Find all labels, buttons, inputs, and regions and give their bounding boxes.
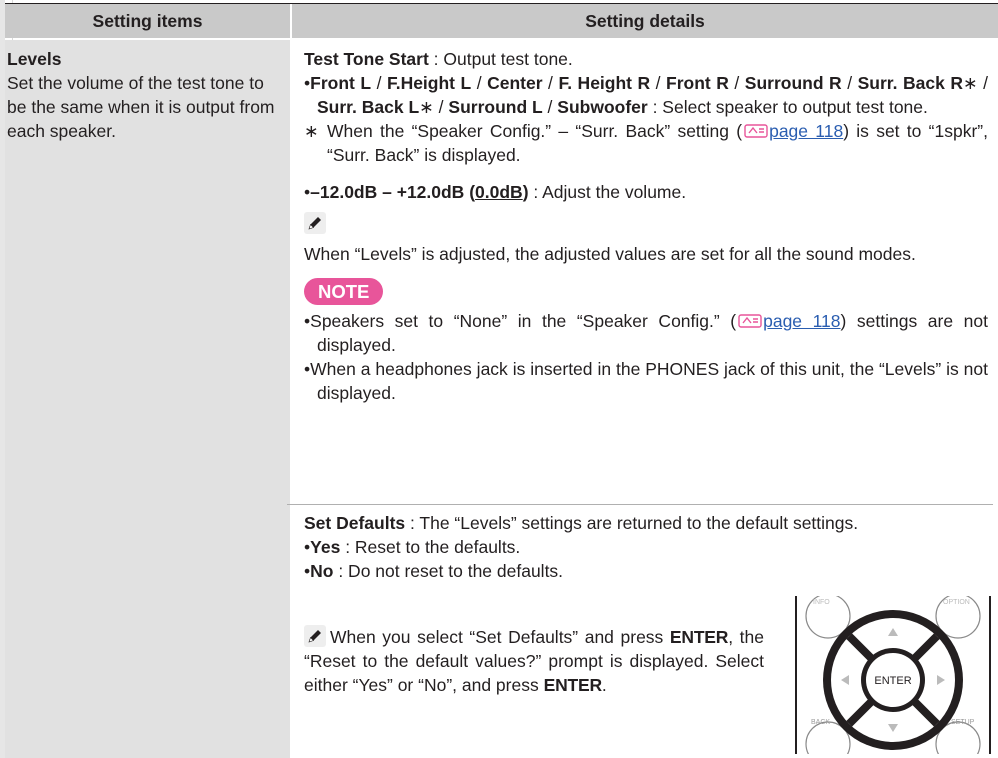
tip-part3: .	[601, 675, 607, 695]
volume-range-label: –12.0dB – +12.0dB	[310, 182, 465, 202]
no-option: •No : Do not reset to the defaults.	[304, 561, 564, 581]
note-line: NOTE	[304, 278, 988, 305]
speaker-1: F.Height L	[386, 73, 472, 93]
speaker-7: Surr. Back L	[317, 97, 420, 117]
note-badge: NOTE	[304, 278, 384, 305]
speaker-list: •Front L / F.Height L / Center / F. Heig…	[304, 73, 988, 117]
yes-text: : Reset to the defaults.	[340, 537, 521, 557]
test-tone-text: : Output test tone.	[428, 49, 573, 69]
speaker-6: Surr. Back R	[857, 73, 963, 93]
pencil-icon	[304, 625, 326, 647]
page-118-link[interactable]: page 118	[763, 311, 840, 331]
back-label: BACK	[811, 719, 830, 726]
tip-enter-1: ENTER	[669, 627, 729, 647]
set-defaults-details: Set Defaults : The “Levels” settings are…	[304, 511, 988, 583]
yes-option: •Yes : Reset to the defaults.	[304, 537, 521, 557]
top-right-label: OPTION	[943, 599, 970, 606]
asterisk-note: ∗ When the “Speaker Config.” – “Surr. Bac…	[304, 119, 988, 167]
levels-details: Test Tone Start : Output test tone. •Fro…	[304, 47, 988, 405]
memo-icon-line	[304, 212, 988, 236]
speaker-4: Front R	[666, 73, 729, 93]
header-setting-details: Setting details	[292, 4, 998, 38]
volume-range: •–12.0dB – +12.0dB (0.0dB) : Adjust the …	[304, 182, 687, 202]
speaker-9: Subwoofer	[557, 97, 648, 117]
setup-label: SETUP	[951, 719, 975, 726]
pencil-icon	[304, 212, 326, 234]
speaker-3: F. Height R	[558, 73, 651, 93]
speaker-0: Front L	[310, 73, 372, 93]
memo-text: When “Levels” is adjusted, the adjusted …	[304, 244, 916, 264]
asterisk-mark: ∗	[304, 121, 319, 141]
item-title: Levels	[7, 49, 62, 69]
speakers-text: : Select speaker to output test tone.	[647, 97, 928, 117]
item-description: Set the volume of the test tone to be th…	[7, 73, 275, 141]
note-bullet-1: •Speakers set to “None” in the “Speaker …	[304, 311, 988, 355]
speaker-8: Surround L	[448, 97, 543, 117]
speaker-2: Center	[487, 73, 543, 93]
note-bullet-2: •When a headphones jack is inserted in t…	[304, 359, 988, 403]
remote-control-illustration: INFO OPTION BACK SETUP ENTER	[793, 596, 993, 754]
page-reference-icon	[738, 314, 762, 328]
setting-items-column	[5, 40, 290, 758]
no-label: No	[310, 561, 334, 581]
volume-default: 0.0dB	[475, 182, 523, 202]
tip-part1: When you select “Set Defaults” and press	[330, 627, 670, 647]
header-setting-items: Setting items	[5, 4, 290, 38]
speaker-5: Surround R	[744, 73, 842, 93]
note-bullet-1-a: Speakers set to “None” in the “Speaker C…	[310, 311, 737, 331]
section-divider	[287, 504, 993, 505]
top-left-label: INFO	[813, 599, 830, 606]
page-reference-icon	[744, 124, 768, 138]
set-defaults-tip: When you select “Set Defaults” and press…	[304, 625, 764, 697]
tip-enter-2: ENTER	[543, 675, 603, 695]
set-defaults-line: Set Defaults : The “Levels” settings are…	[304, 511, 988, 535]
column-divider	[290, 4, 292, 758]
test-tone-line: Test Tone Start : Output test tone.	[304, 47, 988, 71]
test-tone-label: Test Tone Start	[304, 49, 429, 69]
asterisk-note-part1: When the “Speaker Config.” – “Surr. Back…	[327, 121, 743, 141]
set-defaults-label: Set Defaults	[304, 513, 406, 533]
enter-label: ENTER	[874, 675, 911, 687]
volume-text: : Adjust the volume.	[528, 182, 687, 202]
note-bullet-2-text: When a headphones jack is inserted in th…	[310, 359, 988, 403]
no-text: : Do not reset to the defaults.	[333, 561, 564, 581]
page-118-link[interactable]: page 118	[769, 121, 843, 141]
set-defaults-text: : The “Levels” settings are returned to …	[405, 513, 859, 533]
yes-label: Yes	[310, 537, 341, 557]
